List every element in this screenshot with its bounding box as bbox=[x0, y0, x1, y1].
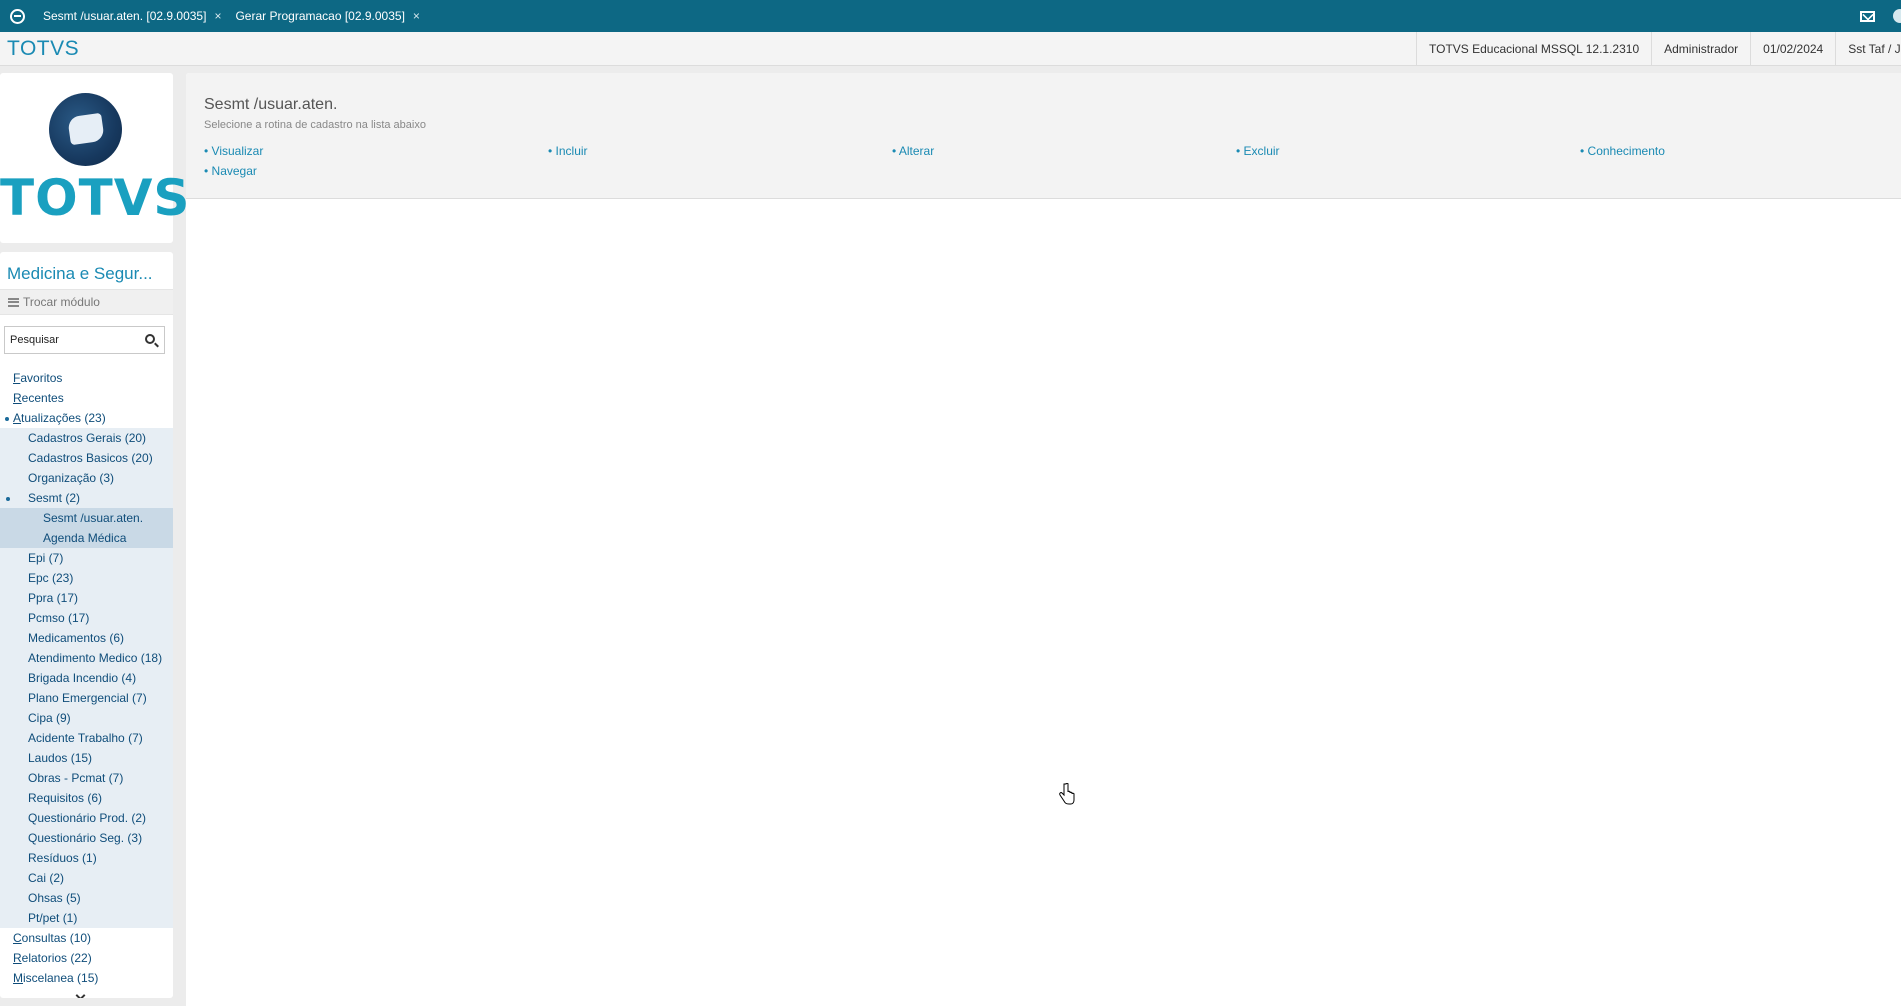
session-info: TOTVS Educacional MSSQL 12.1.2310 Admini… bbox=[1416, 32, 1901, 66]
tree-item-label: iscelanea (15) bbox=[23, 971, 99, 985]
environment-label[interactable]: TOTVS Educacional MSSQL 12.1.2310 bbox=[1416, 32, 1651, 66]
tree-item-label: onsultas (10) bbox=[21, 931, 92, 945]
tree-item-pcmso[interactable]: Pcmso (17) bbox=[0, 608, 173, 628]
tree-item-label: elatorios (22) bbox=[21, 951, 92, 965]
action-alterar[interactable]: • Alterar bbox=[892, 144, 934, 158]
tree-item-label: Sesmt (2) bbox=[28, 491, 81, 505]
date-label[interactable]: 01/02/2024 bbox=[1750, 32, 1835, 66]
tree-item-pt-pet[interactable]: Pt/pet (1) bbox=[0, 908, 173, 928]
page-title: Sesmt /usuar.aten. bbox=[204, 96, 338, 113]
hand-cursor-icon bbox=[1059, 783, 1075, 805]
tabbar-tools bbox=[1860, 0, 1901, 32]
tree-item-questionario-prod[interactable]: Questionário Prod. (2) bbox=[0, 808, 173, 828]
tree-item-ohsas[interactable]: Ohsas (5) bbox=[0, 888, 173, 908]
tree-item-atualizacoes[interactable]: Atualizações (23) bbox=[0, 408, 173, 428]
close-icon[interactable]: × bbox=[214, 9, 221, 23]
tree-item-laudos[interactable]: Laudos (15) bbox=[0, 748, 173, 768]
tree-item-accesskey: R bbox=[13, 951, 22, 965]
tab-sesmt-usuar-aten[interactable]: Sesmt /usuar.aten. [02.9.0035] × bbox=[43, 9, 221, 23]
tree-item-label: avoritos bbox=[20, 371, 63, 385]
tree-item-atendimento-medico[interactable]: Atendimento Medico (18) bbox=[0, 648, 173, 668]
tree-item-accesskey: C bbox=[13, 931, 22, 945]
tab-label: Gerar Programacao [02.9.0035] bbox=[235, 9, 405, 23]
sidebar-menu: Medicina e Segur... Trocar módulo Favori… bbox=[0, 252, 173, 998]
logo-text: TOTVS bbox=[0, 169, 191, 227]
tree-item-ppra[interactable]: Ppra (17) bbox=[0, 588, 173, 608]
tree-item-accesskey: A bbox=[13, 411, 22, 425]
hamburger-icon bbox=[8, 297, 19, 307]
tree-item-epi[interactable]: Epi (7) bbox=[0, 548, 173, 568]
totvs-app-icon[interactable] bbox=[10, 8, 25, 24]
tab-label: Sesmt /usuar.aten. [02.9.0035] bbox=[43, 9, 207, 23]
switch-module-label: Trocar módulo bbox=[23, 295, 100, 309]
tree-item-questionario-seg[interactable]: Questionário Seg. (3) bbox=[0, 828, 173, 848]
tree-item-cadastros-gerais[interactable]: Cadastros Gerais (20) bbox=[0, 428, 173, 448]
tree-item-cai[interactable]: Cai (2) bbox=[0, 868, 173, 888]
tree-item-miscelanea[interactable]: Miscelanea (15) bbox=[0, 968, 173, 988]
logo-card: TOTVS bbox=[0, 73, 191, 243]
tree-item-favoritos[interactable]: Favoritos bbox=[0, 368, 173, 388]
menu-tree: Favoritos Recentes Atualizações (23) Cad… bbox=[0, 368, 173, 988]
tree-item-label: ecentes bbox=[21, 391, 64, 405]
help-icon[interactable] bbox=[1893, 9, 1901, 23]
tree-item-plano-emergencial[interactable]: Plano Emergencial (7) bbox=[0, 688, 173, 708]
tree-item-accesskey: R bbox=[13, 391, 22, 405]
user-label[interactable]: Administrador bbox=[1651, 32, 1750, 66]
action-incluir[interactable]: • Incluir bbox=[548, 144, 588, 158]
chevron-down-icon[interactable] bbox=[75, 990, 86, 998]
branch-label[interactable]: Sst Taf / Julia Sst Ra bbox=[1835, 32, 1901, 66]
action-excluir[interactable]: • Excluir bbox=[1236, 144, 1280, 158]
routine-header: Sesmt /usuar.aten. Selecione a rotina de… bbox=[186, 73, 1901, 199]
tree-item-requisitos[interactable]: Requisitos (6) bbox=[0, 788, 173, 808]
tree-item-sesmt[interactable]: Sesmt (2) bbox=[0, 488, 173, 508]
tree-item-epc[interactable]: Epc (23) bbox=[0, 568, 173, 588]
tree-item-cadastros-basicos[interactable]: Cadastros Basicos (20) bbox=[0, 448, 173, 468]
tree-item-organizacao[interactable]: Organização (3) bbox=[0, 468, 173, 488]
tree-item-residuos[interactable]: Resíduos (1) bbox=[0, 848, 173, 868]
totvs-logo-icon bbox=[49, 93, 122, 166]
switch-module-button[interactable]: Trocar módulo bbox=[0, 289, 173, 315]
search-box bbox=[4, 326, 165, 354]
tree-item-label: tualizações (23) bbox=[21, 411, 106, 425]
app-header: TOTVS TOTVS Educacional MSSQL 12.1.2310 … bbox=[0, 32, 1901, 66]
tree-item-accesskey: M bbox=[13, 971, 23, 985]
search-input[interactable] bbox=[10, 334, 140, 346]
tab-bar: Sesmt /usuar.aten. [02.9.0035] × Gerar P… bbox=[0, 0, 1901, 32]
tree-item-sesmt-usuar-aten[interactable]: Sesmt /usuar.aten. bbox=[0, 508, 173, 528]
tree-item-medicamentos[interactable]: Medicamentos (6) bbox=[0, 628, 173, 648]
module-title: Medicina e Segur... bbox=[7, 264, 153, 283]
tree-item-recentes[interactable]: Recentes bbox=[0, 388, 173, 408]
tree-item-agenda-medica[interactable]: Agenda Médica bbox=[0, 528, 173, 548]
brand-title: TOTVS bbox=[7, 36, 80, 60]
search-icon[interactable] bbox=[145, 334, 155, 344]
tree-item-acidente-trabalho[interactable]: Acidente Trabalho (7) bbox=[0, 728, 173, 748]
mail-icon[interactable] bbox=[1860, 10, 1875, 22]
main-panel: Sesmt /usuar.aten. Selecione a rotina de… bbox=[186, 73, 1901, 1006]
expanded-bullet-icon bbox=[6, 497, 10, 501]
tree-item-cipa[interactable]: Cipa (9) bbox=[0, 708, 173, 728]
page-subtitle: Selecione a rotina de cadastro na lista … bbox=[204, 119, 426, 131]
tree-item-relatorios[interactable]: Relatorios (22) bbox=[0, 948, 173, 968]
tab-gerar-programacao[interactable]: Gerar Programacao [02.9.0035] × bbox=[235, 9, 419, 23]
action-conhecimento[interactable]: • Conhecimento bbox=[1580, 144, 1665, 158]
expanded-bullet-icon bbox=[5, 417, 9, 421]
tree-item-consultas[interactable]: Consultas (10) bbox=[0, 928, 173, 948]
tree-item-brigada-incendio[interactable]: Brigada Incendio (4) bbox=[0, 668, 173, 688]
tree-item-obras-pcmat[interactable]: Obras - Pcmat (7) bbox=[0, 768, 173, 788]
action-navegar[interactable]: • Navegar bbox=[204, 164, 257, 178]
close-icon[interactable]: × bbox=[413, 9, 420, 23]
action-visualizar[interactable]: • Visualizar bbox=[204, 144, 263, 158]
